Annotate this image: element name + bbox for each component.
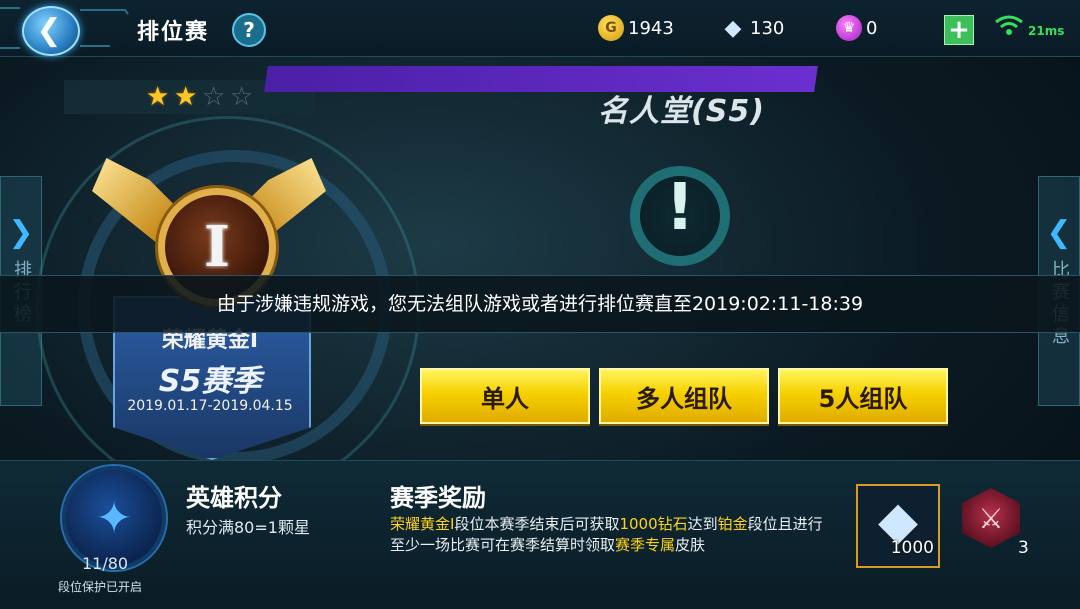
exclamation-icon: ! (665, 171, 695, 245)
ping-readout: 21ms (1028, 24, 1065, 38)
gold-coin-icon: G (598, 15, 624, 41)
multi-party-button[interactable]: 多人组队 (599, 368, 769, 424)
add-currency-button[interactable]: + (944, 15, 974, 45)
hero-points-progress: 11/80 (82, 554, 129, 573)
help-button[interactable]: ? (232, 13, 266, 47)
wifi-icon (994, 14, 1024, 42)
chevron-left-icon: ❮ (1046, 215, 1072, 250)
star-icon: ★ (174, 82, 198, 112)
hero-points-rule: 积分满80=1颗星 (186, 518, 310, 537)
season-reward-description: 荣耀黄金I段位本赛季结束后可获取1000钻石达到铂金段位且进行至少一场比赛可在赛… (390, 514, 830, 556)
voucher-amount: 0 (866, 17, 878, 39)
reward-desc-part: 1000钻石 (619, 515, 688, 533)
solo-queue-button[interactable]: 单人 (420, 368, 590, 424)
five-party-button[interactable]: 5人组队 (778, 368, 948, 424)
gold-balance: G 1943 (598, 13, 674, 43)
season-name: S5赛季 (158, 364, 262, 399)
wings-icon: ✦ (95, 492, 133, 544)
rank-protection-status: 段位保护已开启 (58, 580, 143, 594)
hall-of-fame-title: 名人堂(S5) (598, 94, 765, 129)
diamond-reward-amount: 1000 (890, 538, 934, 558)
hero-points-title: 英雄积分 (186, 484, 282, 512)
sword-icon: ⚔ (978, 501, 1004, 535)
rank-numeral: I (203, 214, 231, 280)
diamond-balance: ◆ 130 (720, 13, 785, 43)
season-dates: 2019.01.17-2019.04.15 (127, 398, 293, 414)
gold-amount: 1943 (628, 17, 674, 39)
star-icon: ★ (146, 82, 170, 112)
reward-desc-part: 达到 (687, 515, 718, 533)
season-reward-title: 赛季奖励 (390, 484, 486, 512)
page-title: 排位赛 (137, 20, 210, 45)
back-button[interactable]: ❮ (22, 6, 80, 56)
star-icon: ☆ (230, 82, 254, 112)
skin-reward-count: 3 (1018, 538, 1029, 558)
reward-desc-part: 荣耀黄金I (390, 515, 455, 533)
star-icon: ☆ (202, 82, 226, 112)
reward-desc-part: 段位本赛季结束后可获取 (454, 515, 620, 533)
diamond-amount: 130 (750, 17, 785, 39)
reward-desc-part: 铂金 (717, 515, 748, 533)
voucher-balance: ♛ 0 (836, 13, 877, 43)
voucher-crown-icon: ♛ (836, 15, 862, 41)
diamond-icon: ◆ (724, 15, 742, 41)
chevron-right-icon: ❯ (8, 215, 34, 250)
ban-notice-text: 由于涉嫌违规游戏，您无法组队游戏或者进行排位赛直至2019:02:11-18:3… (216, 293, 864, 315)
reward-desc-part: 赛季专属 (615, 536, 676, 554)
back-arrow-icon: ❮ (36, 13, 62, 48)
reward-desc-part: 皮肤 (675, 536, 706, 554)
